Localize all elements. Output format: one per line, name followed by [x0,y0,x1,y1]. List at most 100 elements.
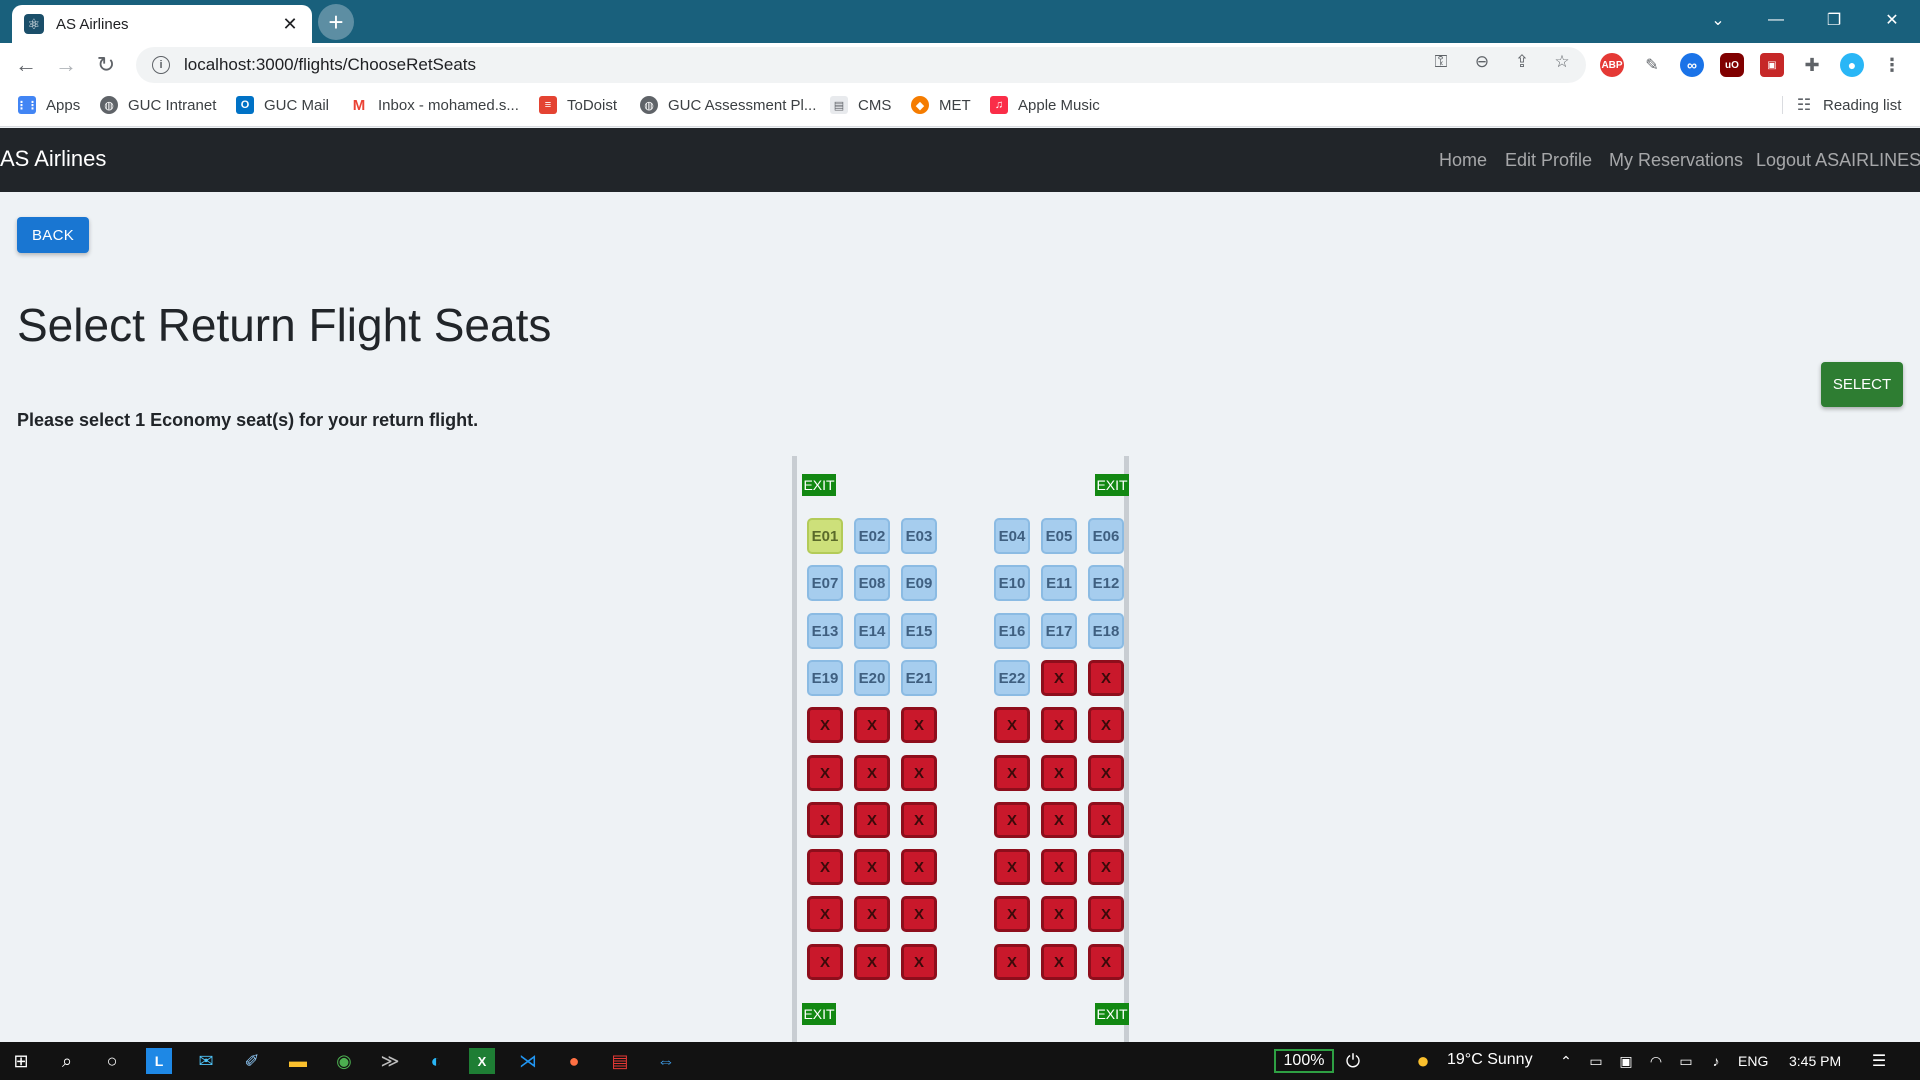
seat-occupied: X [1041,896,1077,932]
brand-logo[interactable]: AS Airlines [0,146,106,172]
seat-occupied: X [901,849,937,885]
windows-start-icon[interactable]: ⊞ [8,1048,34,1074]
seat-e06[interactable]: E06 [1088,518,1124,554]
seat-e05[interactable]: E05 [1041,518,1077,554]
postman-icon[interactable]: ● [561,1048,587,1074]
teamviewer-icon[interactable]: ⇔ [653,1048,679,1074]
bookmark-todoist[interactable]: ≡ ToDoist [539,96,617,114]
bookmark-cms[interactable]: ▤ CMS [830,96,891,114]
forward-arrow-icon[interactable]: → [50,49,82,81]
seat-map: EXIT EXIT EXIT EXIT E01 E02 E03 E04 E05 E06 E0… [792,456,1129,1042]
new-tab-button[interactable]: + [318,4,354,40]
notifications-icon[interactable]: ☰ [1866,1048,1892,1074]
notes-icon[interactable]: ✐ [239,1048,265,1074]
battery-icon[interactable]: ▭ [1673,1048,1699,1074]
bookmark-guc-mail[interactable]: O GUC Mail [236,96,329,114]
bookmark-apple-music[interactable]: ♫ Apple Music [990,96,1100,114]
seat-e19[interactable]: E19 [807,660,843,696]
seat-e13[interactable]: E13 [807,613,843,649]
chrome-icon[interactable]: ◉ [331,1048,357,1074]
infinity-extension-icon[interactable]: ∞ [1680,53,1704,77]
pen-extension-icon[interactable]: ✎ [1640,53,1664,77]
photo-extension-icon[interactable]: ▣ [1760,53,1784,77]
language-indicator[interactable]: ENG [1738,1053,1768,1069]
more-menu-icon[interactable]: ⋮ [1880,53,1904,77]
search-icon[interactable]: ⌕ [54,1048,80,1074]
profile-avatar[interactable]: ● [1840,53,1864,77]
ublock-extension-icon[interactable]: uO [1720,53,1744,77]
reading-list-button[interactable]: ☷ Reading list [1782,96,1901,114]
puzzle-extensions-icon[interactable]: ✚ [1800,53,1824,77]
seat-e01[interactable]: E01 [807,518,843,554]
vscode-icon[interactable]: ⋊ [515,1048,541,1074]
seat-occupied: X [807,802,843,838]
bookmark-label: Apple Music [1018,96,1100,114]
bookmark-guc-intranet[interactable]: ◍ GUC Intranet [100,96,216,114]
chevron-up-icon[interactable]: ⌃ [1553,1048,1579,1074]
pdf-icon[interactable]: ▤ [607,1048,633,1074]
seat-e11[interactable]: E11 [1041,565,1077,601]
file-explorer-icon[interactable]: ▬ [285,1048,311,1074]
seat-occupied: X [854,755,890,791]
bookmark-apps[interactable]: ⋮⋮ Apps [16,96,80,114]
bookmark-guc-assessment[interactable]: ◍ GUC Assessment Pl... [640,96,816,114]
seat-e16[interactable]: E16 [994,613,1030,649]
reload-icon[interactable]: ↻ [90,49,122,81]
site-info-icon[interactable]: i [152,56,170,74]
seat-e02[interactable]: E02 [854,518,890,554]
nav-logout[interactable]: Logout ASAIRLINES [1756,150,1920,171]
seat-e14[interactable]: E14 [854,613,890,649]
seat-e07[interactable]: E07 [807,565,843,601]
url-text[interactable]: localhost:3000/flights/ChooseRetSeats [184,55,476,75]
back-button[interactable]: BACK [17,217,89,253]
meet-icon[interactable]: ▭ [1583,1048,1609,1074]
bookmark-star-icon[interactable]: ☆ [1551,51,1573,73]
nav-edit-profile[interactable]: Edit Profile [1505,150,1592,171]
nav-home[interactable]: Home [1439,150,1487,171]
bookmark-inbox[interactable]: M Inbox - mohamed.s... [350,96,519,114]
seat-e03[interactable]: E03 [901,518,937,554]
close-window-button[interactable]: ✕ [1864,0,1920,40]
restore-button[interactable]: ❐ [1806,0,1862,40]
close-tab-icon[interactable]: ✕ [280,14,300,35]
key-icon[interactable]: ⚿ [1430,51,1452,73]
zoom-icon[interactable]: ⊖ [1471,51,1493,73]
share-icon[interactable]: ⇪ [1511,51,1533,73]
seat-e12[interactable]: E12 [1088,565,1124,601]
back-arrow-icon[interactable]: ← [10,49,42,81]
excel-icon[interactable]: X [469,1048,495,1074]
seat-e04[interactable]: E04 [994,518,1030,554]
seat-e15[interactable]: E15 [901,613,937,649]
select-button[interactable]: SELECT [1821,362,1903,407]
seat-e17[interactable]: E17 [1041,613,1077,649]
clock[interactable]: 3:45 PM [1789,1053,1841,1069]
volume-icon[interactable]: ♪ [1703,1048,1729,1074]
seat-e08[interactable]: E08 [854,565,890,601]
adblock-extension-icon[interactable]: ABP [1600,53,1624,77]
seat-e22[interactable]: E22 [994,660,1030,696]
edge-icon[interactable]: ◐ [423,1048,449,1074]
seat-e10[interactable]: E10 [994,565,1030,601]
seat-e09[interactable]: E09 [901,565,937,601]
seat-e18[interactable]: E18 [1088,613,1124,649]
bookmark-met[interactable]: ◆ MET [911,96,971,114]
seat-e20[interactable]: E20 [854,660,890,696]
nav-my-reservations[interactable]: My Reservations [1609,150,1743,171]
seat-e21[interactable]: E21 [901,660,937,696]
outlook-icon: O [236,96,254,114]
bookmark-label: GUC Assessment Pl... [668,96,817,114]
minimize-button[interactable]: — [1748,0,1804,40]
terminal-icon[interactable]: ≫ [377,1048,403,1074]
tab-search-icon[interactable]: ⌄ [1690,0,1746,40]
page-title: Select Return Flight Seats [17,299,552,351]
display-icon[interactable]: ▣ [1613,1048,1639,1074]
seat-occupied: X [901,755,937,791]
wifi-icon[interactable]: ◠ [1643,1048,1669,1074]
mail-icon[interactable]: ✉ [193,1048,219,1074]
taskbar-app-l-icon[interactable]: L [146,1048,172,1074]
address-bar[interactable]: i localhost:3000/flights/ChooseRetSeats [136,47,1586,83]
cortana-icon[interactable]: ○ [99,1048,125,1074]
exit-sign-rear-left: EXIT [802,1003,836,1025]
browser-tab-active[interactable]: ⚛ AS Airlines ✕ [12,5,312,43]
weather-text[interactable]: 19°C Sunny [1447,1051,1533,1069]
